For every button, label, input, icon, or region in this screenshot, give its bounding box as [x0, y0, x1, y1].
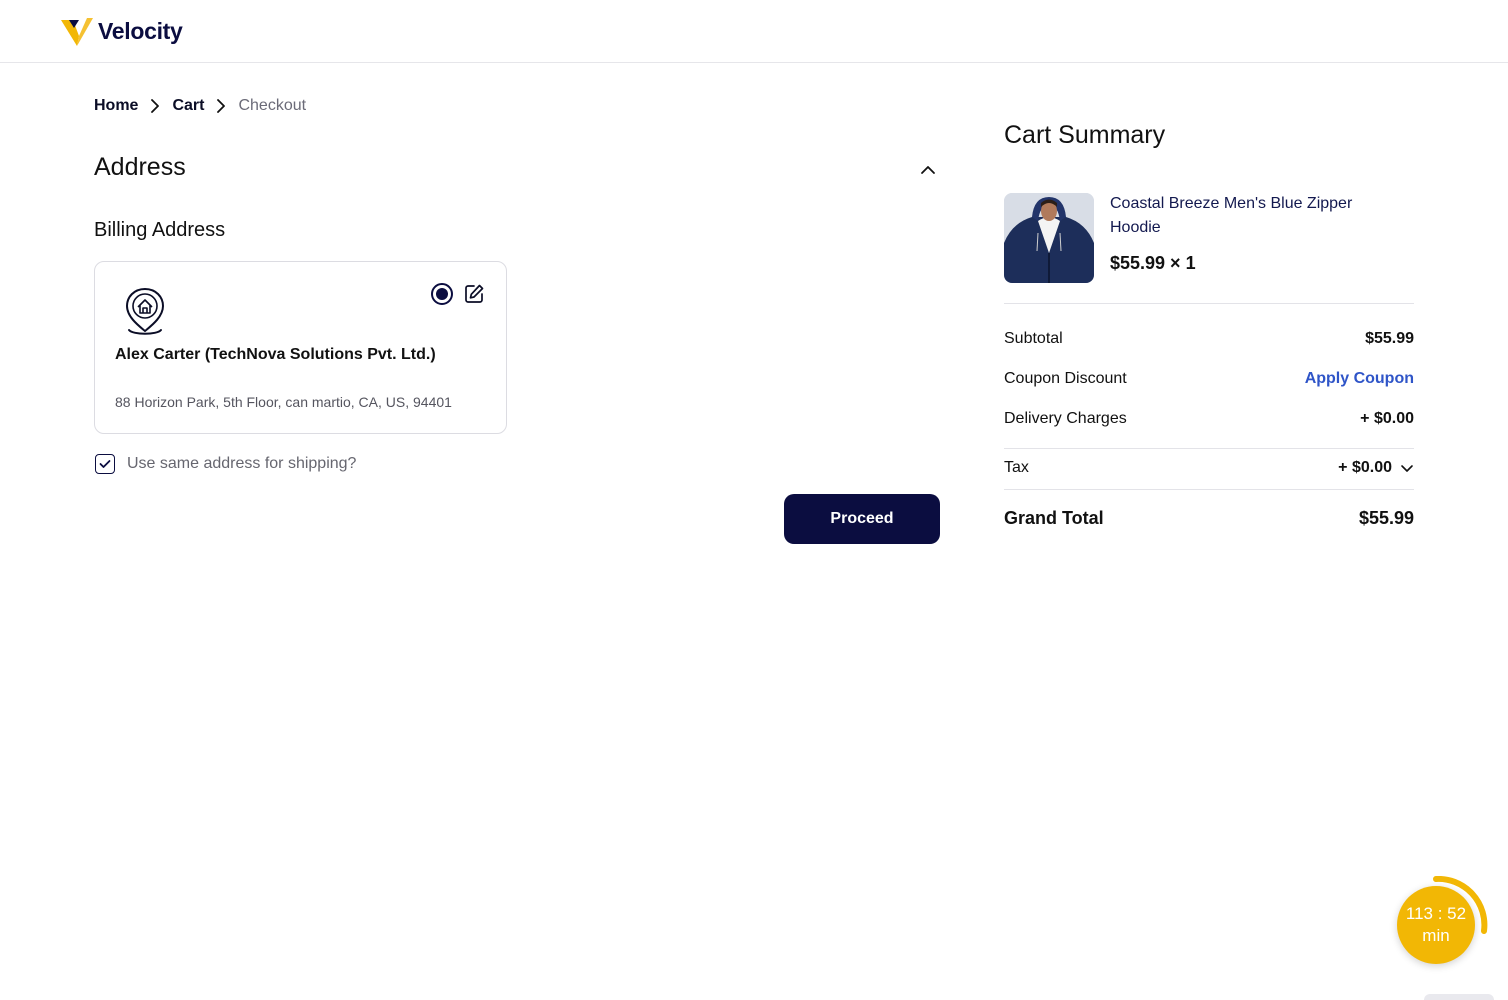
- grand-total-label: Grand Total: [1004, 508, 1104, 528]
- session-timer: 113 : 52 min: [1390, 876, 1488, 974]
- velocity-logo-icon: [61, 18, 93, 46]
- address-name: Alex Carter (TechNova Solutions Pvt. Ltd…: [115, 346, 436, 363]
- tax-toggle[interactable]: + $0.00: [1338, 459, 1414, 477]
- breadcrumb: Home Cart Checkout: [94, 97, 306, 115]
- hoodie-image-icon: [1004, 193, 1094, 283]
- breadcrumb-checkout: Checkout: [238, 97, 307, 114]
- product-name[interactable]: Coastal Breeze Men's Blue Zipper Hoodie: [1110, 192, 1400, 240]
- chevron-right-icon: [145, 99, 165, 113]
- breadcrumb-home[interactable]: Home: [94, 97, 138, 115]
- product-image[interactable]: [1004, 193, 1094, 283]
- apply-coupon-link[interactable]: Apply Coupon: [1305, 370, 1414, 388]
- timer-badge: 113 : 52 min: [1397, 886, 1475, 964]
- cart-summary-title: Cart Summary: [1004, 121, 1166, 149]
- check-icon: [99, 460, 111, 468]
- top-header: Velocity: [0, 0, 1508, 63]
- subtotal-label: Subtotal: [1004, 330, 1063, 347]
- collapse-address-button[interactable]: [916, 158, 940, 182]
- edit-icon[interactable]: [463, 283, 485, 305]
- brand-logo[interactable]: Velocity: [60, 14, 183, 48]
- chevron-down-icon: [1401, 465, 1413, 472]
- home-location-icon: [125, 287, 165, 335]
- coupon-discount-label: Coupon Discount: [1004, 370, 1127, 387]
- radio-selected-dot: [436, 288, 448, 300]
- divider: [1004, 489, 1414, 490]
- proceed-button[interactable]: Proceed: [784, 494, 940, 544]
- divider: [1004, 448, 1414, 449]
- chevron-up-icon: [921, 166, 935, 174]
- billing-address-title: Billing Address: [94, 219, 226, 241]
- delivery-charges-label: Delivery Charges: [1004, 410, 1127, 427]
- breadcrumb-cart[interactable]: Cart: [172, 97, 204, 115]
- grand-total-value: $55.99: [1358, 508, 1414, 528]
- tax-value: + $0.00: [1338, 459, 1392, 476]
- delivery-charges-value: + $0.00: [1360, 410, 1414, 427]
- timer-unit: min: [1422, 926, 1450, 945]
- billing-address-card[interactable]: Alex Carter (TechNova Solutions Pvt. Ltd…: [94, 261, 507, 434]
- brand-name: Velocity: [98, 17, 183, 44]
- address-select-radio[interactable]: [431, 283, 453, 305]
- address-line: 88 Horizon Park, 5th Floor, can martio, …: [115, 394, 452, 410]
- timer-time: 113 : 52: [1405, 904, 1467, 923]
- chevron-right-icon: [211, 99, 231, 113]
- checkbox-checked[interactable]: [95, 454, 115, 474]
- corner-tab[interactable]: [1424, 994, 1494, 1000]
- same-address-checkbox[interactable]: Use same address for shipping?: [95, 454, 356, 474]
- divider: [1004, 303, 1414, 304]
- product-price-quantity: $55.99 × 1: [1110, 253, 1196, 273]
- tax-label: Tax: [1004, 459, 1029, 476]
- subtotal-value: $55.99: [1365, 330, 1414, 347]
- same-address-label: Use same address for shipping?: [127, 455, 357, 472]
- address-section-title: Address: [94, 153, 186, 181]
